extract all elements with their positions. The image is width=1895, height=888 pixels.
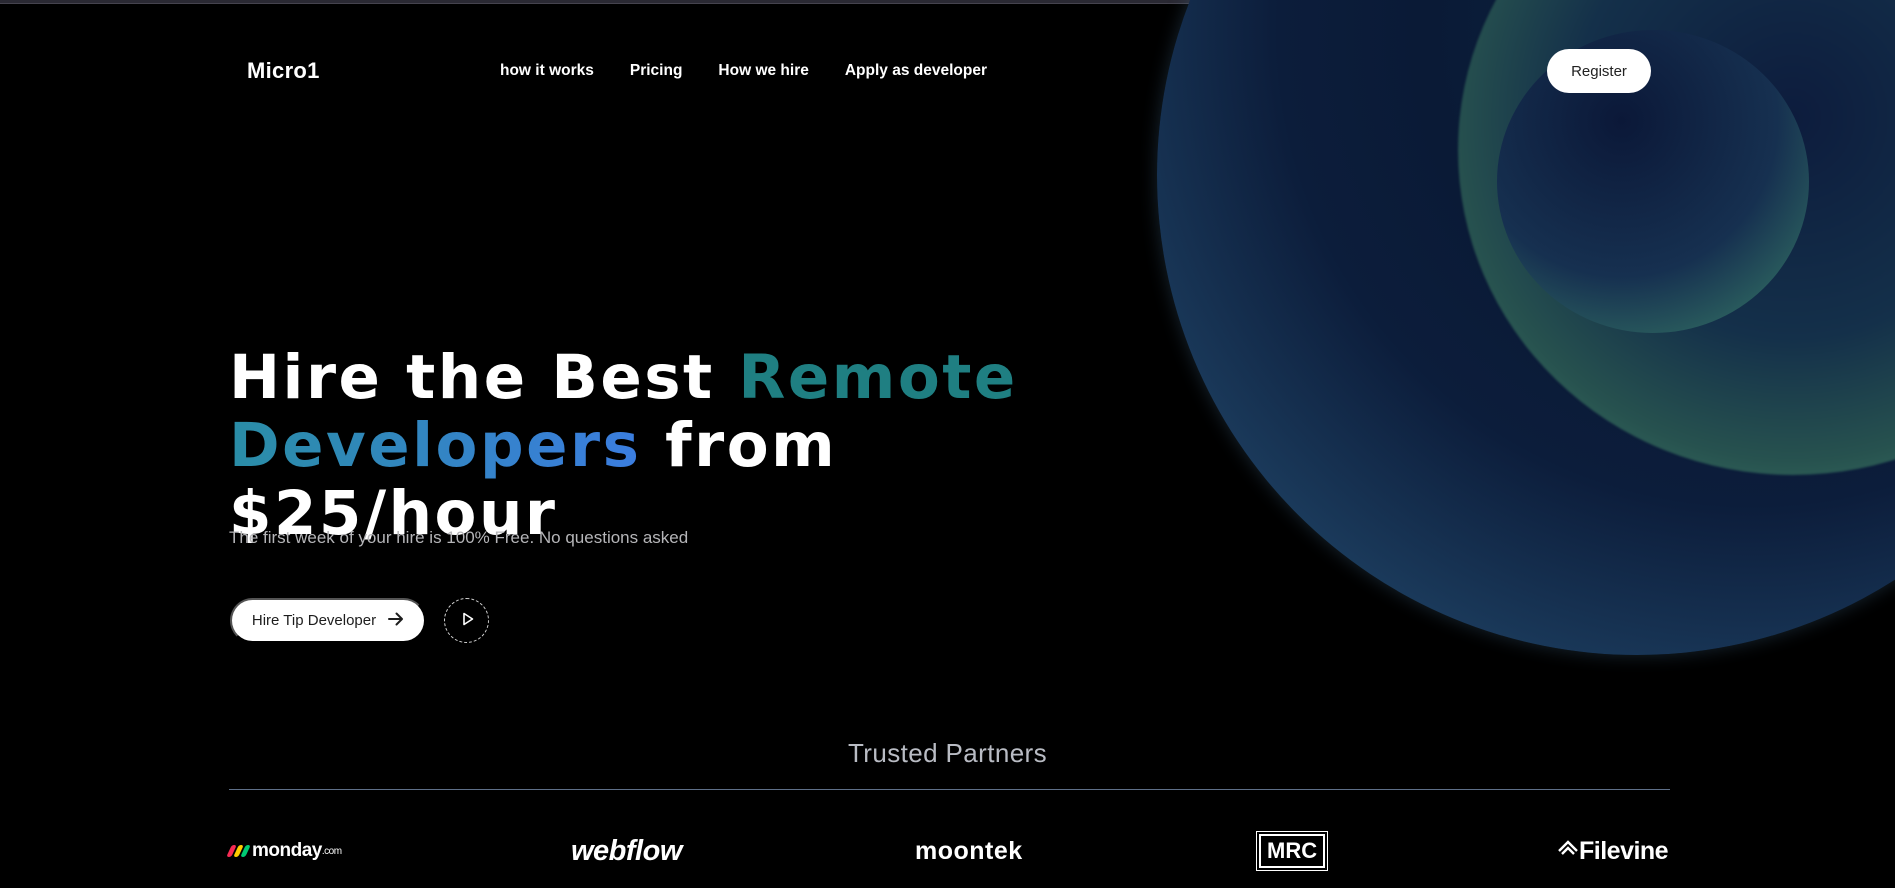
play-video-button[interactable] xyxy=(444,598,489,643)
brand-logo[interactable]: Micro1 xyxy=(247,58,320,84)
nav-how-we-hire[interactable]: How we hire xyxy=(718,62,808,80)
hero-subtitle: The first week of your hire is 100% Free… xyxy=(229,528,689,547)
hero-title-part1: Hire the Best xyxy=(229,342,739,413)
hero-title-accent-remote: Remote xyxy=(738,342,1018,413)
hero-title: Hire the Best Remote Developers from $25/… xyxy=(229,344,1129,548)
hero-title-accent-developers: Developers xyxy=(229,410,642,481)
decorative-orb-inner xyxy=(1497,30,1809,333)
partner-logos: monday .com webflow moontek MRC Filevine xyxy=(226,826,1670,876)
partners-divider xyxy=(229,789,1670,790)
partners-title: Trusted Partners xyxy=(847,738,1048,768)
nav-how-it-works[interactable]: how it works xyxy=(500,62,594,80)
hire-developer-button[interactable]: Hire Tip Developer xyxy=(230,598,426,643)
partner-logo-mrc: MRC xyxy=(1255,826,1329,876)
partner-logo-moontek: moontek xyxy=(915,836,1023,865)
play-icon xyxy=(458,610,476,631)
partner-logo-monday: monday .com xyxy=(226,826,342,876)
monday-mark-icon xyxy=(226,845,251,857)
nav-pricing[interactable]: Pricing xyxy=(630,62,683,80)
arrow-right-icon xyxy=(388,612,404,630)
register-button[interactable]: Register xyxy=(1547,49,1651,93)
hire-developer-label: Hire Tip Developer xyxy=(251,612,377,629)
filevine-mark-icon xyxy=(1557,837,1579,866)
partner-logo-webflow: webflow xyxy=(571,834,682,867)
nav-apply-as-developer[interactable]: Apply as developer xyxy=(845,62,987,80)
main-nav: how it works Pricing How we hire Apply a… xyxy=(500,62,987,80)
page: Micro1 how it works Pricing How we hire … xyxy=(0,0,1895,888)
partner-logo-filevine: Filevine xyxy=(1557,826,1669,876)
